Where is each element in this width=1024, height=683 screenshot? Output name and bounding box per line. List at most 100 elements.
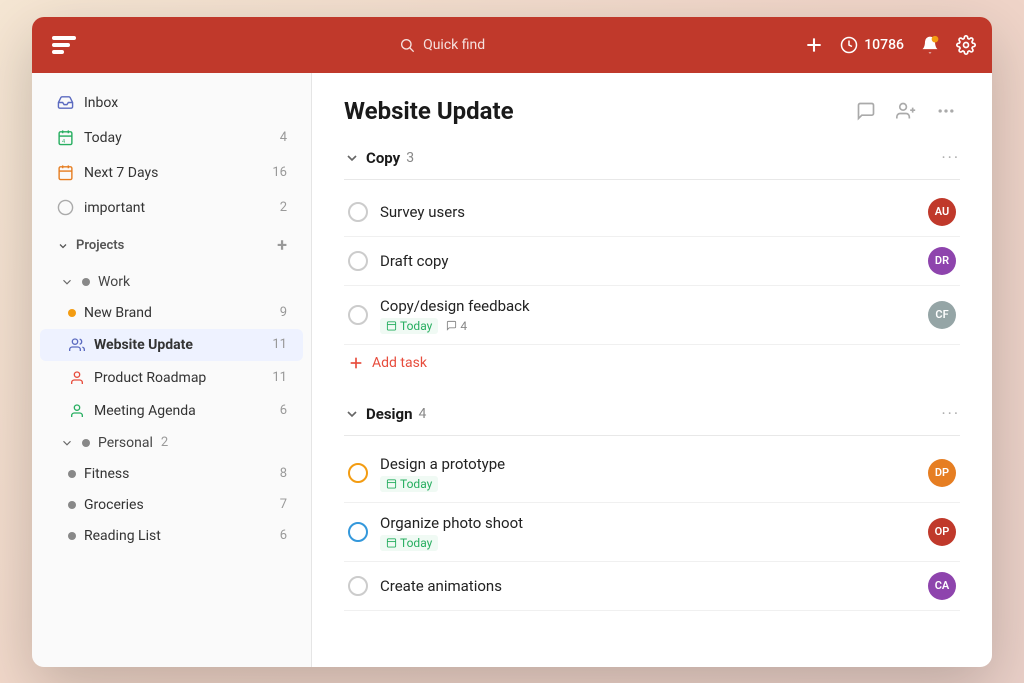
task-draft-copy[interactable]: Draft copy DR [344,237,960,286]
gear-icon [956,35,976,55]
more-icon [936,101,956,121]
copy-section-more-button[interactable]: ··· [941,150,960,166]
timer-display[interactable]: 10786 [840,36,904,54]
task-circle-survey[interactable] [348,202,368,222]
task-circle-prototype[interactable] [348,463,368,483]
design-chevron-icon[interactable] [344,406,360,422]
avatar-anim: CA [928,572,956,600]
personal-chevron-icon [60,436,74,450]
sidebar-item-product-roadmap[interactable]: Product Roadmap 11 [40,362,303,394]
new-brand-badge: 9 [280,305,287,320]
sidebar-item-website-update[interactable]: Website Update 11 [40,329,303,361]
date-icon-ph [386,537,397,548]
add-button[interactable] [804,35,824,55]
reading-list-dot [68,532,76,540]
add-project-button[interactable]: + [277,237,287,255]
sidebar-item-next7[interactable]: Next 7 Days 16 [40,156,303,190]
timer-value: 10786 [864,37,904,53]
product-roadmap-icon [68,369,86,387]
quick-find-button[interactable]: Quick find [399,37,485,53]
task-content-photo: Organize photo shoot Today [380,513,916,551]
sidebar-item-inbox[interactable]: Inbox [40,86,303,120]
content-actions [852,97,960,125]
groceries-badge: 7 [280,497,287,512]
more-options-button[interactable] [932,97,960,125]
add-person-icon [896,101,916,121]
projects-chevron-icon [56,239,70,253]
task-circle-feedback[interactable] [348,305,368,325]
design-section-count: 4 [419,406,427,422]
sidebar-item-new-brand[interactable]: New Brand 9 [40,298,303,328]
sidebar-item-today[interactable]: 4 Today 4 [40,121,303,155]
content-area: Website Update [312,73,992,667]
task-name-draft: Draft copy [380,252,448,270]
work-chevron-icon [60,275,74,289]
today-badge: 4 [280,130,287,145]
copy-section-count: 3 [406,150,414,166]
logo-bar-2 [52,43,70,47]
sidebar-item-groceries[interactable]: Groceries 7 [40,490,303,520]
timer-icon [840,36,858,54]
meeting-agenda-label: Meeting Agenda [94,403,272,419]
copy-divider [344,179,960,180]
task-copy-design-feedback[interactable]: Copy/design feedback Today [344,286,960,345]
task-name-prototype: Design a prototype [380,455,505,473]
task-meta-photo: Today [380,535,916,551]
inbox-label: Inbox [84,95,287,111]
copy-section-header: Copy 3 ··· [344,149,960,171]
task-circle-photo[interactable] [348,522,368,542]
logo[interactable] [48,29,80,61]
design-divider [344,435,960,436]
add-task-copy-button[interactable]: Add task [344,345,960,381]
next7-icon [56,164,74,182]
search-icon [399,37,415,53]
product-roadmap-label: Product Roadmap [94,370,264,386]
important-label: important [84,200,270,216]
sidebar-item-fitness[interactable]: Fitness 8 [40,459,303,489]
sidebar-group-work[interactable]: Work [40,267,303,297]
add-task-icon [348,355,364,371]
copy-section-name: Copy [366,149,400,167]
header-search: Quick find [80,37,804,53]
sidebar-item-important[interactable]: important 2 [40,191,303,225]
design-section-more-button[interactable]: ··· [941,406,960,422]
task-circle-anim[interactable] [348,576,368,596]
sidebar-item-meeting-agenda[interactable]: Meeting Agenda 6 [40,395,303,427]
plus-icon [804,35,824,55]
task-date-prototype: Today [380,476,438,492]
comment-button[interactable] [852,97,880,125]
notifications-button[interactable] [920,35,940,55]
groceries-label: Groceries [84,497,272,513]
next7-label: Next 7 Days [84,165,262,181]
add-member-button[interactable] [892,97,920,125]
personal-badge: 2 [161,435,168,450]
groceries-dot [68,501,76,509]
search-label: Quick find [423,37,485,53]
avatar-photo: OP [928,518,956,546]
settings-button[interactable] [956,35,976,55]
main: Inbox 4 Today 4 [32,73,992,667]
task-circle-draft[interactable] [348,251,368,271]
task-survey-users[interactable]: Survey users AU [344,188,960,237]
copy-chevron-icon[interactable] [344,150,360,166]
task-design-prototype[interactable]: Design a prototype Today DP [344,444,960,503]
comments-icon [446,320,457,331]
task-name-photo: Organize photo shoot [380,514,523,532]
bell-icon [920,35,940,55]
sidebar-item-reading-list[interactable]: Reading List 6 [40,521,303,551]
personal-dot [82,439,90,447]
reading-list-badge: 6 [280,528,287,543]
sidebar-group-personal[interactable]: Personal 2 [40,428,303,458]
task-create-animations[interactable]: Create animations CA [344,562,960,611]
task-content-draft: Draft copy [380,251,916,270]
design-section-header: Design 4 ··· [344,405,960,427]
task-meta-feedback: Today 4 [380,318,916,334]
task-photo-shoot[interactable]: Organize photo shoot Today OP [344,503,960,562]
fitness-dot [68,470,76,478]
projects-section-header[interactable]: Projects + [40,229,303,263]
meeting-agenda-badge: 6 [280,403,287,418]
important-badge: 2 [280,200,287,215]
design-section: Design 4 ··· Design a prototype [344,405,960,611]
fitness-badge: 8 [280,466,287,481]
website-update-icon [68,336,86,354]
